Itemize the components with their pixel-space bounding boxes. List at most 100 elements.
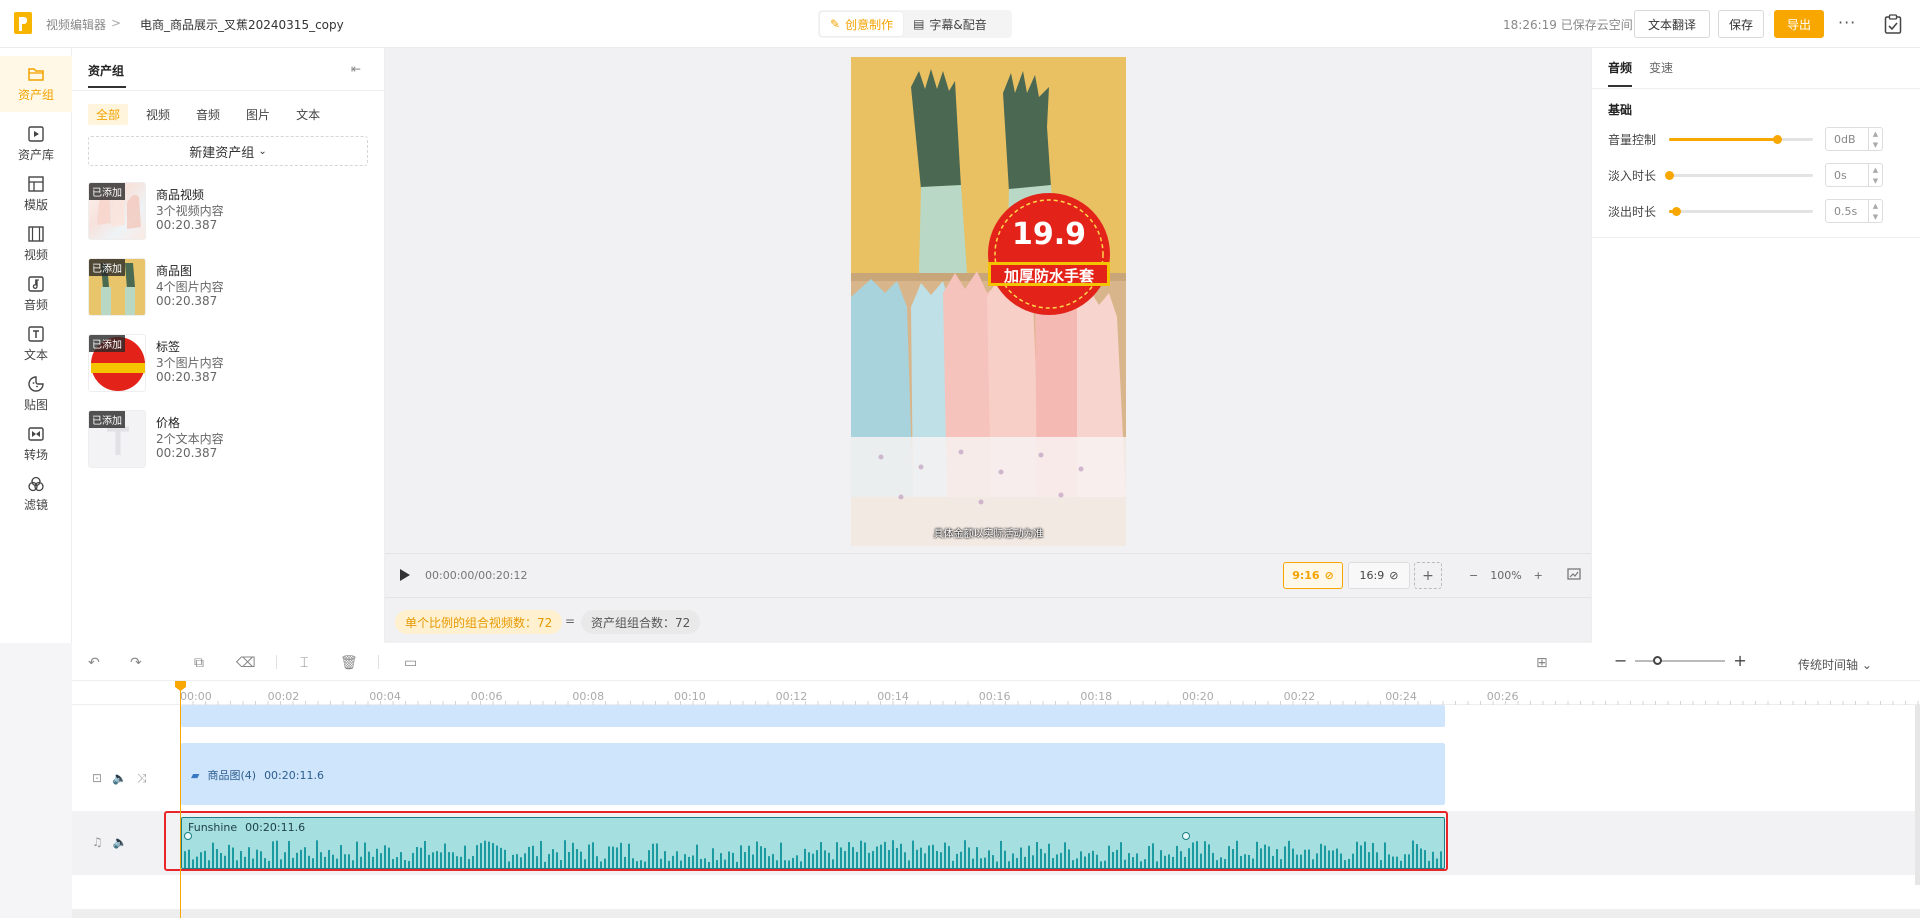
nav-item-transition[interactable]: 转场 [0, 416, 72, 472]
new-asset-group-button[interactable]: 新建资产组 ⌄ [88, 136, 368, 166]
filter-audio[interactable]: 音频 [188, 104, 228, 125]
save-status: 18:26:19 已保存云空间 [1503, 18, 1633, 32]
timeline-zoom-slider[interactable] [1635, 655, 1726, 665]
more-options-icon[interactable]: ··· [1838, 13, 1856, 32]
image-group-clip[interactable]: ▰ 商品图(4) 00:20:11.6 [181, 743, 1445, 805]
breadcrumb-root[interactable]: 视频编辑器 [46, 16, 106, 33]
zoom-level: 100% [1490, 569, 1522, 582]
split-icon[interactable]: ⌶ [300, 655, 308, 671]
slider-handle[interactable] [1773, 135, 1782, 144]
nav-item-template[interactable]: 模版 [0, 166, 72, 222]
music-track-icon[interactable]: ♫ [92, 835, 103, 849]
slider-handle[interactable] [1665, 171, 1674, 180]
ratio-16-9-button[interactable]: 16:9 ⊘ [1348, 562, 1410, 589]
volume-slider[interactable] [1669, 135, 1813, 144]
redo-icon[interactable]: ↷ [130, 655, 142, 671]
image-track-icon[interactable]: ⊡ [92, 771, 102, 786]
timeline-mode-select[interactable]: 传统时间轴 ⌄ [1798, 656, 1872, 673]
fadeout-value: 0.5s [1834, 204, 1858, 218]
mode-create-button[interactable]: ✎ 创意制作 [820, 12, 904, 36]
delete-icon[interactable]: 🗑 [340, 655, 358, 671]
track-clip[interactable] [181, 705, 1445, 727]
translate-button[interactable]: 文本翻译 [1634, 10, 1710, 38]
app-logo-icon[interactable] [14, 12, 32, 34]
tab-speed[interactable]: 变速 [1649, 59, 1673, 76]
project-title[interactable]: 电商_商品展示_叉蕉20240315_copy [140, 16, 344, 33]
zoom-out-icon[interactable]: − [1614, 651, 1627, 670]
nav-item-label: 视频 [23, 248, 48, 262]
fadeout-input[interactable]: 0.5s ▲ ▼ [1825, 199, 1883, 223]
ruler-tick-label: 00:08 [572, 690, 605, 703]
transition-icon [28, 427, 44, 441]
video-preview-canvas[interactable]: 19.9 加厚防水手套 具体金额以实际活动为准 [851, 57, 1126, 546]
asset-count: 3个视频内容 [156, 204, 224, 218]
shuffle-icon[interactable]: ⤨ [137, 771, 147, 786]
ratio-label: 16:9 [1359, 569, 1385, 582]
zoom-out-icon[interactable]: − [1469, 569, 1478, 582]
fullscreen-icon[interactable] [1567, 568, 1581, 580]
clip-duration: 00:20:11.6 [264, 768, 324, 782]
product-tag-label: 加厚防水手套 [1003, 267, 1094, 285]
undo-icon[interactable]: ↶ [88, 655, 100, 671]
filter-video[interactable]: 视频 [138, 104, 178, 125]
save-button[interactable]: 保存 [1718, 10, 1764, 38]
fadein-input[interactable]: 0s ▲ ▼ [1825, 163, 1883, 187]
asset-name: 标签 [156, 340, 181, 354]
tab-audio[interactable]: 音频 [1608, 59, 1632, 76]
volume-icon[interactable]: 🔈 [113, 835, 128, 849]
zoom-in-icon[interactable]: + [1534, 569, 1543, 582]
fadeout-slider[interactable] [1669, 207, 1813, 216]
eraser-icon[interactable]: ⌫ [236, 655, 256, 671]
slider-handle[interactable] [1672, 207, 1682, 216]
stepper-arrows[interactable]: ▲ ▼ [1868, 164, 1882, 186]
ruler-tick-label: 00:04 [369, 690, 401, 703]
slider-handle[interactable] [1653, 655, 1663, 665]
stepper-arrows[interactable]: ▲ ▼ [1868, 128, 1882, 150]
playback-time: 00:00:00/00:20:12 [425, 569, 528, 582]
track-row-image: ⊡ 🔈 ⤨ ▰ 商品图(4) 00:20:11.6 [72, 739, 1920, 809]
nav-item-asset-group[interactable]: 资产组 [0, 56, 72, 112]
stepper-arrows[interactable]: ▲ ▼ [1868, 200, 1882, 222]
clipboard-check-icon[interactable] [1884, 14, 1902, 34]
play-icon[interactable] [399, 568, 411, 582]
nav-item-video[interactable]: 视频 [0, 216, 72, 272]
asset-item-product-video[interactable]: 已添加 商品视频 3个视频内容 00:20.387 [88, 182, 368, 242]
ruler-tick-label: 00:00 [180, 690, 212, 703]
combination-info-bar: 单个比例的组合视频数：72 = 资产组组合数：72 [385, 597, 1591, 643]
folder-icon[interactable]: ▭ [404, 655, 417, 671]
copy-icon[interactable]: ⧉ [194, 655, 204, 671]
nav-item-text[interactable]: 文本 [0, 316, 72, 372]
timeline-toolbar: ↶ ↷ ⧉ ⌫ ⌶ 🗑 ▭ ⊞ − + 传统时间轴 ⌄ [72, 643, 1920, 681]
volume-input[interactable]: 0dB ▲ ▼ [1825, 127, 1883, 151]
fadein-slider[interactable] [1665, 171, 1813, 180]
filter-text[interactable]: 文本 [288, 104, 328, 125]
asset-item-label[interactable]: 已添加 标签 3个图片内容 00:20.387 [88, 334, 368, 394]
asset-group-panel: 资产组 ⇤ 全部 视频 音频 图片 文本 新建资产组 ⌄ 已添加 商品视频 3个… [72, 48, 385, 643]
zoom-in-icon[interactable]: + [1733, 651, 1746, 670]
fadein-value: 0s [1834, 168, 1847, 182]
time-ruler[interactable]: 00:00 00:02 00:04 00:06 00:08 00:10 00:12 00:14… [72, 681, 1920, 705]
ratio-9-16-button[interactable]: 9:16 ⊘ [1283, 562, 1343, 589]
playback-controls: 00:00:00/00:20:12 9:16 ⊘ 16:9 ⊘ + − 100%… [385, 553, 1591, 597]
add-ratio-button[interactable]: + [1414, 562, 1442, 589]
asset-item-product-image[interactable]: 已添加 商品图 4个图片内容 00:20.387 [88, 258, 368, 318]
music-note-icon [28, 276, 44, 292]
nav-item-audio[interactable]: 音频 [0, 266, 72, 322]
nav-item-sticker[interactable]: 贴图 [0, 366, 72, 422]
mode-subtitle-button[interactable]: ▤ 字幕&配音 [903, 12, 997, 36]
snapshot-icon[interactable]: ⊞ [1536, 655, 1548, 671]
sticker-icon [28, 376, 44, 392]
timeline-zoom: − + [1614, 651, 1747, 670]
asset-item-price[interactable]: 已添加 价格 2个文本内容 00:20.387 [88, 410, 368, 470]
selection-highlight [164, 811, 1448, 871]
filter-all[interactable]: 全部 [88, 104, 129, 125]
collapse-panel-icon[interactable]: ⇤ [351, 62, 361, 76]
timeline-scrollbar[interactable] [1915, 705, 1920, 885]
filter-image[interactable]: 图片 [238, 104, 278, 125]
nav-item-filter[interactable]: 滤镜 [0, 466, 72, 522]
export-button[interactable]: 导出 [1774, 10, 1824, 38]
asset-count: 3个图片内容 [156, 356, 224, 370]
volume-icon[interactable]: 🔈 [112, 771, 127, 786]
nav-item-media-library[interactable]: 资产库 [0, 116, 72, 172]
playhead[interactable] [180, 681, 181, 918]
